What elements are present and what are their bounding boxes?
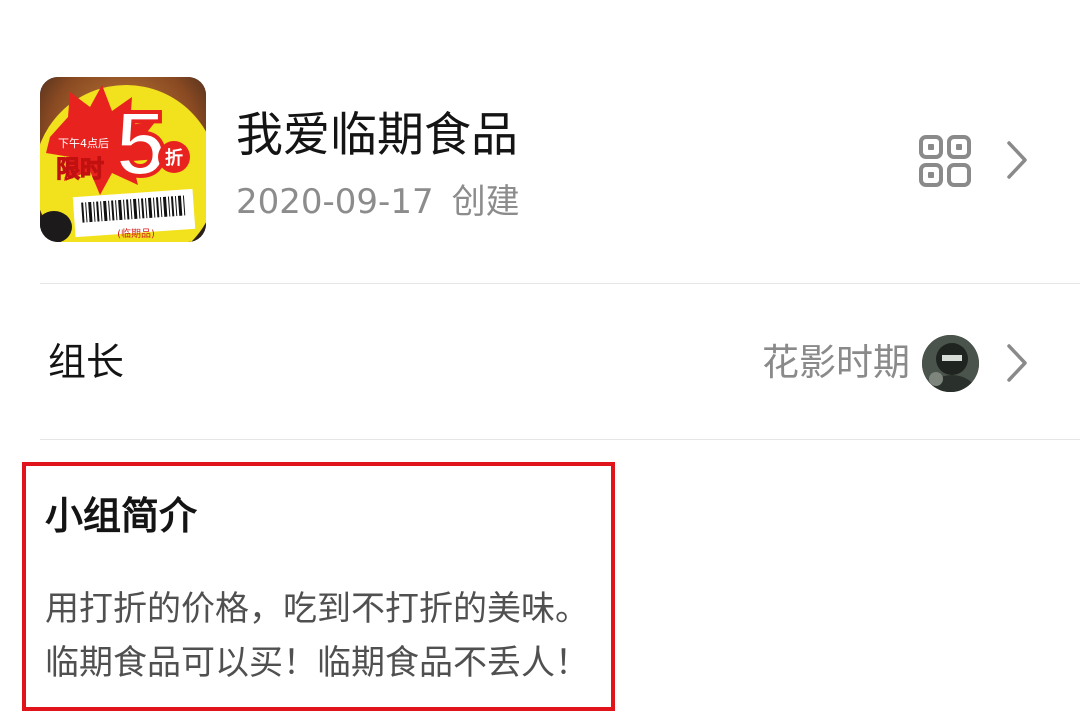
owner-avatar[interactable] <box>922 335 979 392</box>
group-intro-section: 小组简介 用打折的价格，吃到不打折的美味。 临期食品可以买！临期食品不丢人！ <box>22 462 615 711</box>
intro-title: 小组简介 <box>45 494 198 538</box>
sticker-five: 5 <box>115 93 166 195</box>
avatar-image <box>922 335 979 392</box>
divider <box>40 439 1080 440</box>
created-info: 2020-09-17 创建 <box>236 180 520 224</box>
chevron-right-icon[interactable] <box>1006 343 1028 383</box>
intro-line: 用打折的价格，吃到不打折的美味。 <box>45 589 589 629</box>
qr-code-icon[interactable] <box>918 134 972 188</box>
owner-label: 组长 <box>48 340 125 384</box>
created-date: 2020-09-17 <box>236 182 434 222</box>
sticker-discount-char: 折 <box>165 147 183 169</box>
group-header[interactable]: 5 折 下午4点后 限时 (临期品) 我爱临期食品 2020-09-17 创建 <box>0 0 1080 284</box>
owner-row[interactable]: 组长 花影时期 <box>0 284 1080 439</box>
sticker-tag: (临期品) <box>117 227 155 240</box>
discount-sticker-image: 5 折 下午4点后 限时 (临期品) <box>40 77 206 242</box>
group-cover-image[interactable]: 5 折 下午4点后 限时 (临期品) <box>40 77 206 242</box>
intro-line: 临期食品可以买！临期食品不丢人！ <box>45 643 589 683</box>
sticker-line-top: 下午4点后 <box>58 137 109 150</box>
created-suffix: 创建 <box>451 182 520 222</box>
intro-text: 用打折的价格，吃到不打折的美味。 临期食品可以买！临期食品不丢人！ <box>45 582 589 690</box>
chevron-right-icon[interactable] <box>1006 140 1028 180</box>
owner-name: 花影时期 <box>762 341 910 384</box>
sticker-line-mid: 限时 <box>56 155 104 183</box>
group-name: 我爱临期食品 <box>236 108 518 163</box>
